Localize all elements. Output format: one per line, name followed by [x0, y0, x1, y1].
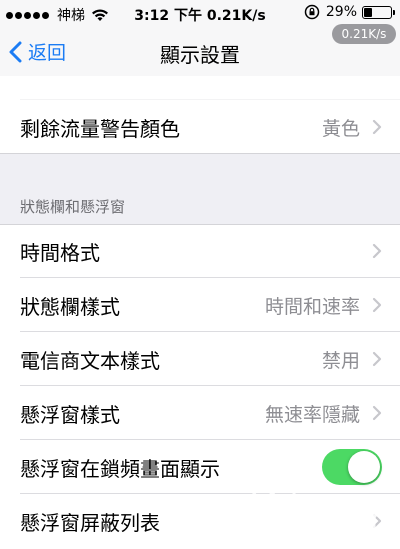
battery-fill	[364, 7, 372, 17]
list-item-remaining-traffic-color[interactable]: 剩餘流量警告顏色 黃色	[0, 100, 400, 154]
row-value: 黃色	[321, 117, 360, 140]
list-item-floatwindow-block-list[interactable]: 懸浮窗屏蔽列表	[0, 494, 400, 548]
chevron-right-icon	[372, 351, 382, 367]
chevron-right-icon	[372, 297, 382, 313]
chevron-right-icon	[372, 243, 382, 259]
list-item-carrier-text-style[interactable]: 電信商文本樣式 禁用	[0, 332, 400, 386]
toggle-knob	[348, 451, 380, 483]
rotation-lock-icon	[304, 4, 320, 20]
section-header: 狀態欄和懸浮窗	[20, 198, 126, 216]
list-item-floatwindow-style[interactable]: 懸浮窗樣式 無速率隱藏	[0, 386, 400, 440]
row-label: 懸浮窗屏蔽列表	[20, 510, 160, 535]
row-label: 剩餘流量警告顏色	[20, 116, 180, 141]
row-label: 時間格式	[20, 240, 100, 265]
row-value: 時間和速率	[264, 295, 360, 318]
chevron-right-icon	[372, 119, 382, 135]
speed-floating-badge[interactable]: 0.21K/s	[332, 24, 396, 44]
chevron-right-icon	[372, 405, 382, 421]
row-value: 無速率隱藏	[264, 403, 360, 426]
row-label: 電信商文本樣式	[20, 348, 160, 373]
row-label: 懸浮窗樣式	[20, 402, 120, 427]
battery-percent: 29%	[325, 4, 357, 20]
list-item-floatwindow-lockscreen: 懸浮窗在鎖頻畫面顯示	[0, 440, 400, 494]
row-label: 懸浮窗在鎖頻畫面顯示	[20, 456, 220, 481]
statusbar-floatwindow-group: 時間格式 狀態欄樣式 時間和速率 電信商文本樣式 禁用 懸浮窗樣式 無速率隱藏 …	[0, 224, 400, 549]
chevron-right-icon	[372, 513, 382, 529]
list-item-statusbar-style[interactable]: 狀態欄樣式 時間和速率	[0, 278, 400, 332]
list-item-time-format[interactable]: 時間格式	[0, 224, 400, 278]
row-value: 禁用	[321, 349, 360, 372]
status-right: 29%	[304, 4, 395, 20]
battery-icon	[362, 5, 395, 19]
lockscreen-display-toggle[interactable]	[322, 449, 382, 485]
row-label: 狀態欄樣式	[20, 294, 120, 319]
